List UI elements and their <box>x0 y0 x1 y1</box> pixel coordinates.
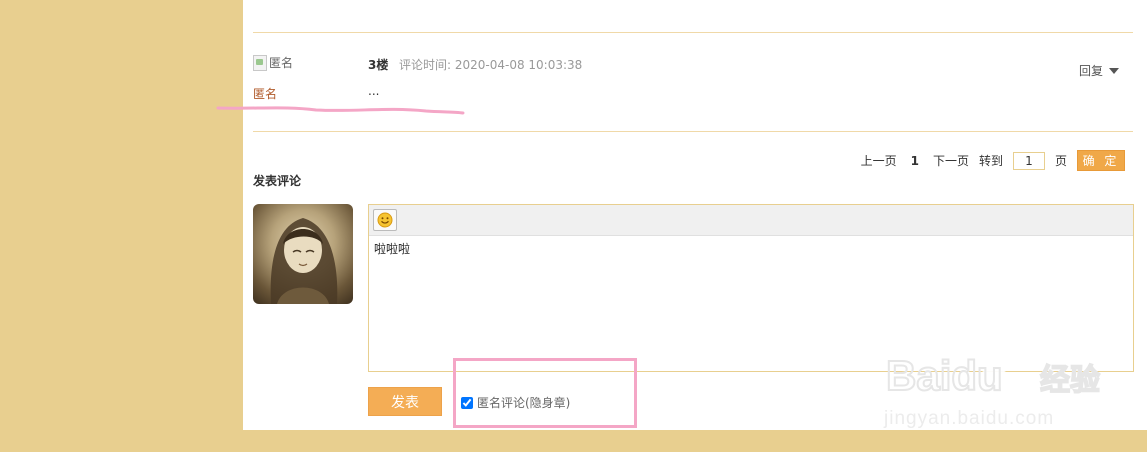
reply-label: 回复 <box>1079 64 1104 78</box>
reply-button[interactable]: 回复 <box>1079 62 1120 79</box>
emoji-smiley-icon <box>377 212 393 228</box>
comment-avatar-image: 匿名 <box>253 54 293 71</box>
current-user-avatar <box>253 204 353 304</box>
compose-section-title: 发表评论 <box>253 174 302 188</box>
annotation-highlight-box <box>453 358 637 428</box>
goto-label: 转到 <box>978 154 1003 168</box>
current-page: 1 <box>910 153 919 168</box>
avatar-alt-text: 匿名 <box>269 56 294 70</box>
chevron-down-icon <box>1109 67 1120 74</box>
next-page-link[interactable]: 下一页 <box>933 152 969 169</box>
broken-image-icon <box>253 54 267 71</box>
page-number-input[interactable] <box>1012 151 1045 170</box>
prev-page-link[interactable]: 上一页 <box>861 152 897 169</box>
page-unit-label: 页 <box>1054 154 1067 168</box>
emoji-button[interactable] <box>373 209 397 231</box>
avatar-illustration <box>270 218 338 304</box>
comment-floor-number: 3楼 <box>368 58 389 72</box>
comment-editor: 啦啦啦 <box>368 204 1134 372</box>
annotation-underline <box>216 106 465 115</box>
comment-timestamp: 评论时间: 2020-04-08 10:03:38 <box>399 58 583 72</box>
editor-toolbar <box>369 205 1133 236</box>
confirm-page-button[interactable]: 确 定 <box>1077 150 1125 171</box>
comment-user-name[interactable]: 匿名 <box>253 85 277 102</box>
pagination: 上一页 1 下一页 转到 页 确 定 <box>861 150 1125 171</box>
comment-divider <box>253 131 1133 132</box>
top-divider <box>253 32 1133 33</box>
submit-comment-button[interactable]: 发表 <box>368 387 442 416</box>
comment-textarea[interactable]: 啦啦啦 <box>369 236 1133 372</box>
comment-content: ... <box>368 84 380 98</box>
